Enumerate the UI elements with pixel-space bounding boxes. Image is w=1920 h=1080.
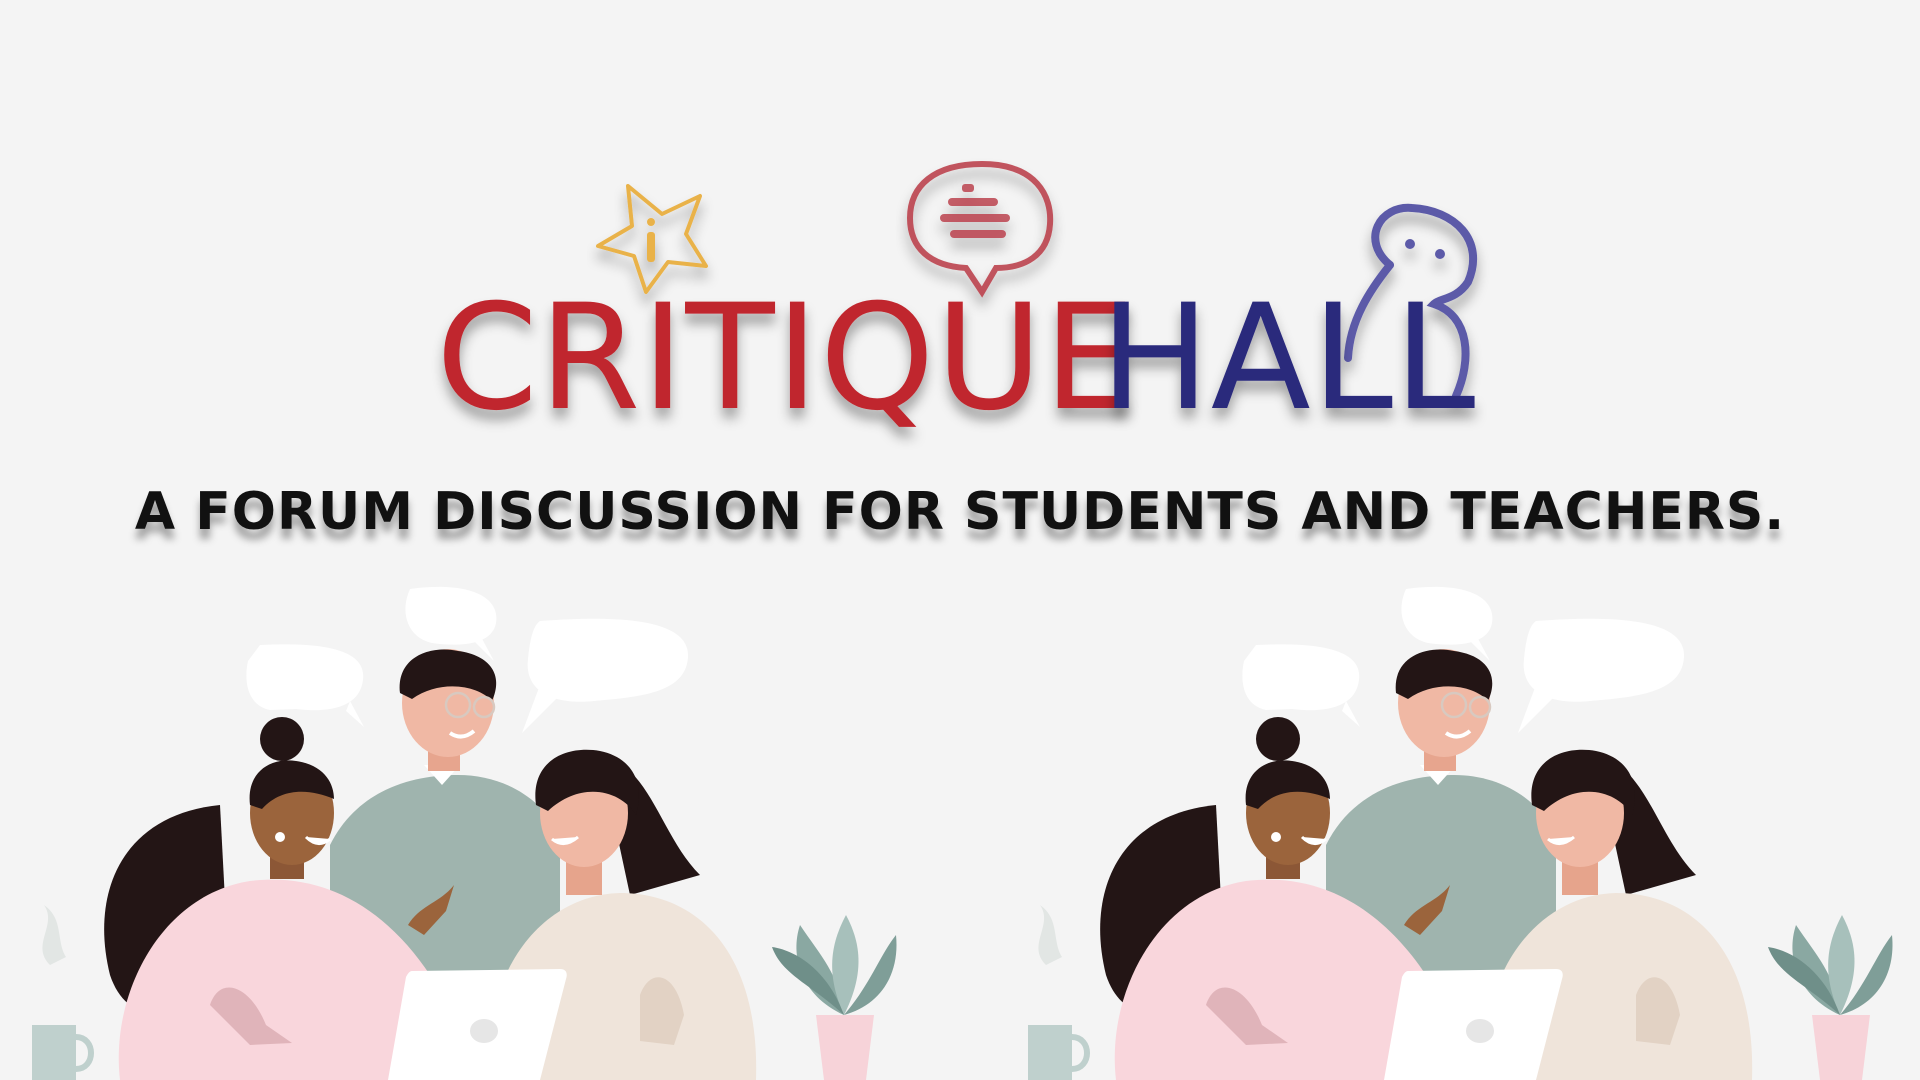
potted-plant-icon	[1768, 915, 1893, 1080]
critique-hall-logo: CRITIQUE HALL	[0, 0, 1920, 460]
title-slide: CRITIQUE HALL A FORUM DISCUSSION FOR STU…	[0, 0, 1920, 1080]
group-discussion-illustration	[0, 575, 960, 1080]
speech-bubble-icon	[1242, 644, 1360, 727]
title-hall: HALL	[1100, 273, 1476, 443]
discussion-scene	[1028, 586, 1893, 1080]
coffee-mug-icon	[1028, 905, 1090, 1080]
group-discussion-illustration	[996, 575, 1920, 1080]
coffee-mug-icon	[32, 905, 94, 1080]
title-critique: CRITIQUE	[436, 273, 1137, 443]
speech-bubble-icon	[1518, 618, 1685, 733]
laptop-icon	[388, 969, 567, 1080]
speech-bubble-icon	[246, 644, 364, 727]
logo-graphic: CRITIQUE HALL	[436, 160, 1478, 443]
tagline: A FORUM DISCUSSION FOR STUDENTS AND TEAC…	[134, 482, 1786, 542]
laptop-icon	[1384, 969, 1563, 1080]
speech-bubble-icon	[522, 618, 689, 733]
discussion-scene	[32, 586, 897, 1080]
potted-plant-icon	[772, 915, 897, 1080]
